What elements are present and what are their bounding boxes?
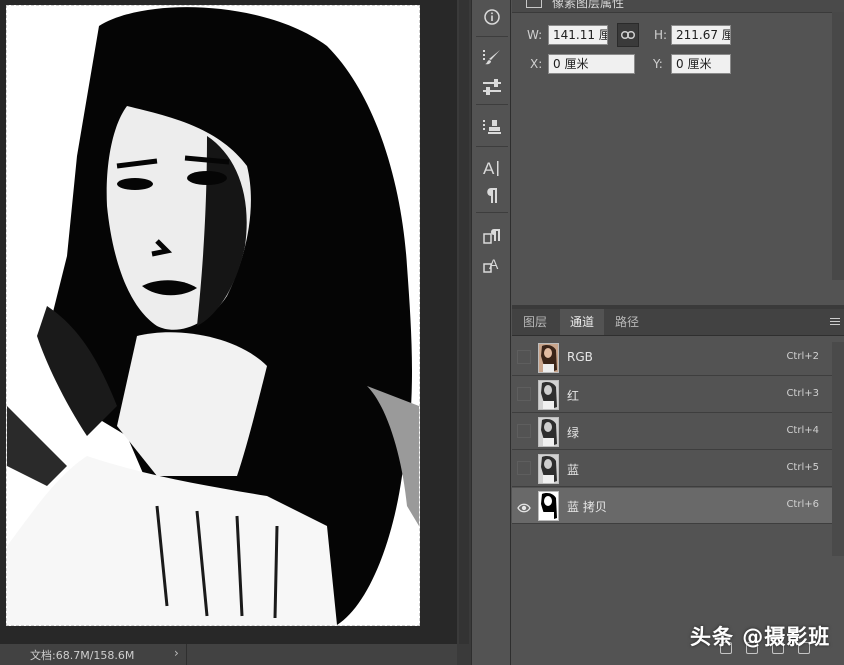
y-position-field[interactable]: 0 厘米: [671, 54, 731, 74]
channels-scrollbar[interactable]: [832, 342, 844, 556]
eye-icon[interactable]: [517, 499, 531, 513]
channel-row-red[interactable]: 红 Ctrl+3: [512, 377, 832, 413]
properties-panel: 像素图层属性 W: 141.11 厘 H: 211.67 厘 X: 0 厘米 Y…: [512, 0, 844, 305]
status-bar: 文档:68.7M/158.6M ›: [0, 644, 457, 665]
x-label: X:: [530, 57, 543, 71]
channel-thumbnail: [538, 491, 559, 521]
channel-shortcut: Ctrl+2: [786, 351, 819, 362]
channel-row-blue-copy[interactable]: 蓝 拷贝 Ctrl+6: [512, 488, 832, 524]
tool-separator: [476, 36, 508, 37]
panel-menu-icon[interactable]: [830, 318, 840, 325]
character-style-icon[interactable]: A: [480, 254, 504, 276]
properties-scrollbar[interactable]: [832, 12, 844, 280]
channel-name: 红: [567, 389, 580, 403]
brush-presets-icon[interactable]: [480, 46, 504, 68]
channel-name: 蓝 拷贝: [567, 500, 607, 514]
document-size-readout: 文档:68.7M/158.6M: [30, 649, 135, 662]
properties-header: 像素图层属性: [512, 0, 844, 13]
status-separator: [186, 644, 187, 665]
clone-source-icon[interactable]: [480, 116, 504, 138]
visibility-toggle[interactable]: [517, 461, 531, 475]
paragraph-icon[interactable]: [480, 184, 504, 206]
tool-separator: [476, 146, 508, 147]
info-icon[interactable]: [480, 6, 504, 28]
canvas-scrollbar-gutter: [457, 0, 471, 665]
visibility-toggle[interactable]: [517, 424, 531, 438]
panel-icon-strip: A A: [471, 0, 511, 665]
character-icon[interactable]: A: [480, 157, 504, 179]
channel-shortcut: Ctrl+5: [786, 462, 819, 473]
channel-shortcut: Ctrl+4: [786, 425, 819, 436]
height-label: H:: [654, 28, 668, 42]
channel-row-rgb[interactable]: RGB Ctrl+2: [512, 340, 832, 376]
status-menu-arrow-icon[interactable]: ›: [174, 646, 179, 660]
tool-separator: [476, 212, 508, 213]
tool-separator: [476, 104, 508, 105]
canvas-vertical-scrollbar[interactable]: [459, 0, 469, 644]
channel-thumbnail: [538, 380, 559, 410]
properties-title: 像素图层属性: [552, 0, 625, 10]
tab-paths[interactable]: 路径: [606, 309, 648, 335]
panel-tab-bar: 图层 通道 路径: [512, 309, 844, 336]
x-position-field[interactable]: 0 厘米: [548, 54, 635, 74]
visibility-toggle[interactable]: [517, 350, 531, 364]
link-dimensions-button[interactable]: [617, 23, 639, 47]
document-canvas[interactable]: [0, 0, 457, 644]
tab-layers[interactable]: 图层: [512, 309, 558, 335]
pixel-layer-icon: [526, 0, 542, 8]
watermark-text: 头条 @摄影班: [690, 625, 831, 649]
adjust-sliders-icon[interactable]: [480, 76, 504, 98]
channel-thumbnail: [538, 454, 559, 484]
y-label: Y:: [653, 57, 663, 71]
channel-name: RGB: [567, 350, 593, 364]
channel-row-blue[interactable]: 蓝 Ctrl+5: [512, 451, 832, 487]
channels-panel: 图层 通道 路径 RGB Ctrl+2 红 Ctrl+3 绿 Ctrl+4 蓝 …: [512, 309, 844, 665]
channel-row-green[interactable]: 绿 Ctrl+4: [512, 414, 832, 450]
channel-shortcut: Ctrl+6: [786, 499, 819, 510]
bw-portrait-image[interactable]: [6, 5, 420, 626]
visibility-toggle[interactable]: [517, 387, 531, 401]
channel-shortcut: Ctrl+3: [786, 388, 819, 399]
channel-thumbnail: [538, 417, 559, 447]
width-field[interactable]: 141.11 厘: [548, 25, 608, 45]
paragraph-style-icon[interactable]: [480, 225, 504, 247]
svg-text:A: A: [489, 256, 499, 272]
portrait-artwork: [7, 6, 419, 625]
svg-text:A: A: [483, 159, 495, 178]
chain-link-icon: [621, 31, 635, 39]
channel-thumbnail: [538, 343, 559, 373]
channel-name: 绿: [567, 426, 580, 440]
tab-channels[interactable]: 通道: [560, 309, 604, 335]
channel-name: 蓝: [567, 463, 580, 477]
height-field[interactable]: 211.67 厘: [671, 25, 731, 45]
width-label: W:: [527, 28, 543, 42]
